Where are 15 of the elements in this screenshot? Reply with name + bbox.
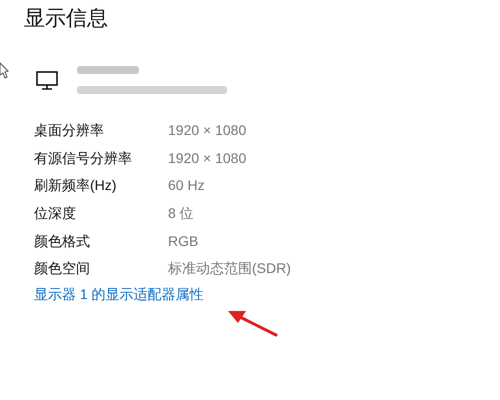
- property-label: 有源信号分辨率: [34, 148, 133, 168]
- property-value: RGB: [168, 232, 198, 251]
- property-value: 1920 × 1080: [168, 148, 246, 168]
- monitor-icon: [36, 71, 58, 91]
- property-value: 8 位: [168, 204, 194, 224]
- property-label: 桌面分辨率: [34, 121, 105, 140]
- property-value: 60 Hz: [168, 176, 205, 196]
- adapter-properties-link[interactable]: 显示器 1 的显示适配器属性: [34, 284, 204, 305]
- property-value: 1920 × 1080: [168, 121, 246, 140]
- property-value: 标准动态范围(SDR): [168, 259, 291, 278]
- property-label: 颜色空间: [34, 259, 91, 278]
- page-title: 显示信息: [24, 6, 108, 32]
- property-label: 位深度: [34, 204, 77, 224]
- property-label: 刷新频率(Hz): [34, 176, 118, 196]
- property-label: 颜色格式: [34, 232, 91, 251]
